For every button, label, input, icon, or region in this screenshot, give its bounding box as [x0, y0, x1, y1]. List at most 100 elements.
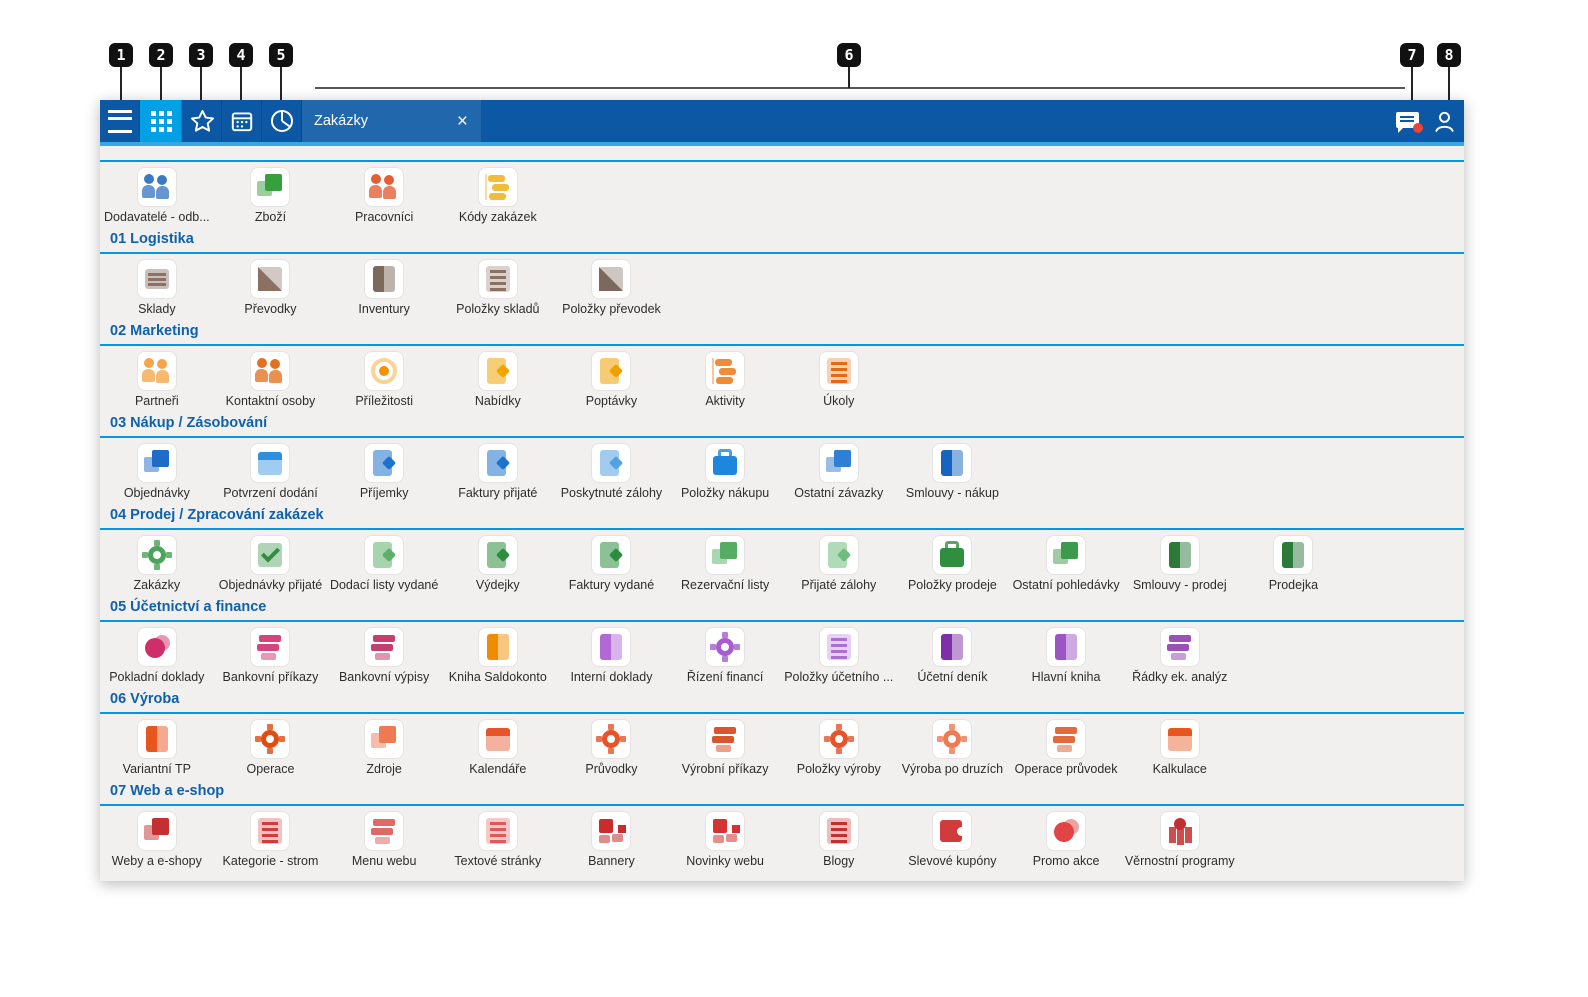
people-icon [140, 354, 174, 388]
module-item[interactable]: Položky účetního ... [782, 628, 896, 684]
module-item[interactable]: Prodejka [1237, 536, 1351, 592]
module-item[interactable]: Průvodky [555, 720, 669, 776]
module-item[interactable]: Sklady [100, 260, 214, 316]
module-item[interactable]: Poskytnuté zálohy [555, 444, 669, 500]
module-item[interactable]: Ostatní pohledávky [1009, 536, 1123, 592]
favorites-button[interactable] [182, 100, 222, 142]
module-item[interactable]: Variantní TP [100, 720, 214, 776]
module-tile [478, 352, 517, 390]
module-label: Pokladní doklady [109, 670, 205, 684]
module-item[interactable]: Výdejky [441, 536, 555, 592]
module-item[interactable]: Novinky webu [668, 812, 782, 868]
calendar-button[interactable] [222, 100, 262, 142]
module-item[interactable]: Potvrzení dodání [214, 444, 328, 500]
close-icon[interactable]: × [455, 112, 470, 131]
module-item[interactable]: Interní doklady [555, 628, 669, 684]
module-tile [592, 352, 631, 390]
book-icon [1276, 538, 1310, 572]
module-item[interactable]: Dodavatelé - odb... [100, 168, 214, 224]
module-item[interactable]: Položky výroby [782, 720, 896, 776]
module-item[interactable]: Partneři [100, 352, 214, 408]
module-item[interactable]: Položky převodek [555, 260, 669, 316]
module-item[interactable]: Kniha Saldokonto [441, 628, 555, 684]
tab-zakazky[interactable]: Zakázky × [302, 100, 482, 142]
feedback-message-icon[interactable] [1396, 111, 1423, 133]
module-item[interactable]: Kalkulace [1123, 720, 1237, 776]
section-header: 06 Výroba [110, 691, 180, 707]
module-tile [819, 812, 858, 850]
module-item[interactable]: Rezervační listy [668, 536, 782, 592]
module-item[interactable]: Kódy zakázek [441, 168, 555, 224]
module-item[interactable]: Promo akce [1009, 812, 1123, 868]
module-item[interactable]: Smlouvy - prodej [1123, 536, 1237, 592]
main-menu-button[interactable] [100, 100, 140, 142]
module-item[interactable]: Bankovní výpisy [327, 628, 441, 684]
module-item[interactable]: Pracovníci [327, 168, 441, 224]
module-item[interactable]: Faktury vydané [555, 536, 669, 592]
module-item[interactable]: Ostatní závazky [782, 444, 896, 500]
module-item[interactable]: Operace [214, 720, 328, 776]
document-icon [594, 354, 628, 388]
module-item[interactable]: Zboží [214, 168, 328, 224]
module-item[interactable]: Výroba po druzích [896, 720, 1010, 776]
module-item[interactable]: Kalendáře [441, 720, 555, 776]
module-item[interactable]: Kategorie - strom [214, 812, 328, 868]
module-label: Operace průvodek [1014, 762, 1118, 776]
module-item[interactable]: Weby a e-shopy [100, 812, 214, 868]
module-item[interactable]: Řádky ek. analýz [1123, 628, 1237, 684]
module-item[interactable]: Operace průvodek [1009, 720, 1123, 776]
module-item[interactable]: Menu webu [327, 812, 441, 868]
calendar-icon [1163, 722, 1197, 756]
calendar-icon [481, 722, 515, 756]
module-item[interactable]: Položky nákupu [668, 444, 782, 500]
module-item[interactable]: Smlouvy - nákup [896, 444, 1010, 500]
module-item[interactable]: Účetní deník [896, 628, 1010, 684]
module-tile [592, 260, 631, 298]
callout-badge-4: 4 [229, 43, 253, 67]
module-item[interactable]: Příjemky [327, 444, 441, 500]
module-item[interactable]: Nabídky [441, 352, 555, 408]
target-icon [367, 354, 401, 388]
module-item[interactable]: Objednávky [100, 444, 214, 500]
module-item[interactable]: Úkoly [782, 352, 896, 408]
module-item[interactable]: Zakázky [100, 536, 214, 592]
module-item[interactable]: Zdroje [327, 720, 441, 776]
module-item[interactable]: Aktivity [668, 352, 782, 408]
module-item[interactable]: Pokladní doklady [100, 628, 214, 684]
module-item[interactable]: Bankovní příkazy [214, 628, 328, 684]
module-item[interactable]: Položky prodeje [896, 536, 1010, 592]
user-profile-icon[interactable] [1431, 108, 1458, 135]
module-item[interactable]: Položky skladů [441, 260, 555, 316]
module-item[interactable]: Poptávky [555, 352, 669, 408]
recent-button[interactable] [262, 100, 302, 142]
module-item[interactable]: Faktury přijaté [441, 444, 555, 500]
module-tile [478, 812, 517, 850]
apps-grid-button[interactable] [140, 100, 182, 142]
module-item[interactable]: Řízení financí [668, 628, 782, 684]
module-label: Partneři [134, 394, 179, 408]
book-icon [935, 630, 969, 664]
module-tile [1047, 628, 1086, 666]
module-tile [1047, 720, 1086, 758]
callout-line [200, 66, 202, 100]
module-item[interactable]: Bannery [555, 812, 669, 868]
module-item[interactable]: Věrnostní programy [1123, 812, 1237, 868]
module-item[interactable]: Kontaktní osoby [214, 352, 328, 408]
module-label: Bannery [588, 854, 635, 868]
module-item[interactable]: Textové stránky [441, 812, 555, 868]
module-item[interactable]: Příležitosti [327, 352, 441, 408]
bars-icon [367, 814, 401, 848]
module-item[interactable]: Inventury [327, 260, 441, 316]
module-item[interactable]: Blogy [782, 812, 896, 868]
module-tile [365, 720, 404, 758]
module-item[interactable]: Hlavní kniha [1009, 628, 1123, 684]
module-label: Poptávky [585, 394, 638, 408]
module-item[interactable]: Přijaté zálohy [782, 536, 896, 592]
module-item[interactable]: Převodky [214, 260, 328, 316]
module-item[interactable]: Slevové kupóny [896, 812, 1010, 868]
module-item[interactable]: Objednávky přijaté [214, 536, 328, 592]
module-item[interactable]: Dodací listy vydané [327, 536, 441, 592]
module-item[interactable]: Výrobní příkazy [668, 720, 782, 776]
gear-icon [253, 722, 287, 756]
module-row: Variantní TP Operace Zdroje Kalendáře Průvod… [100, 714, 1464, 776]
